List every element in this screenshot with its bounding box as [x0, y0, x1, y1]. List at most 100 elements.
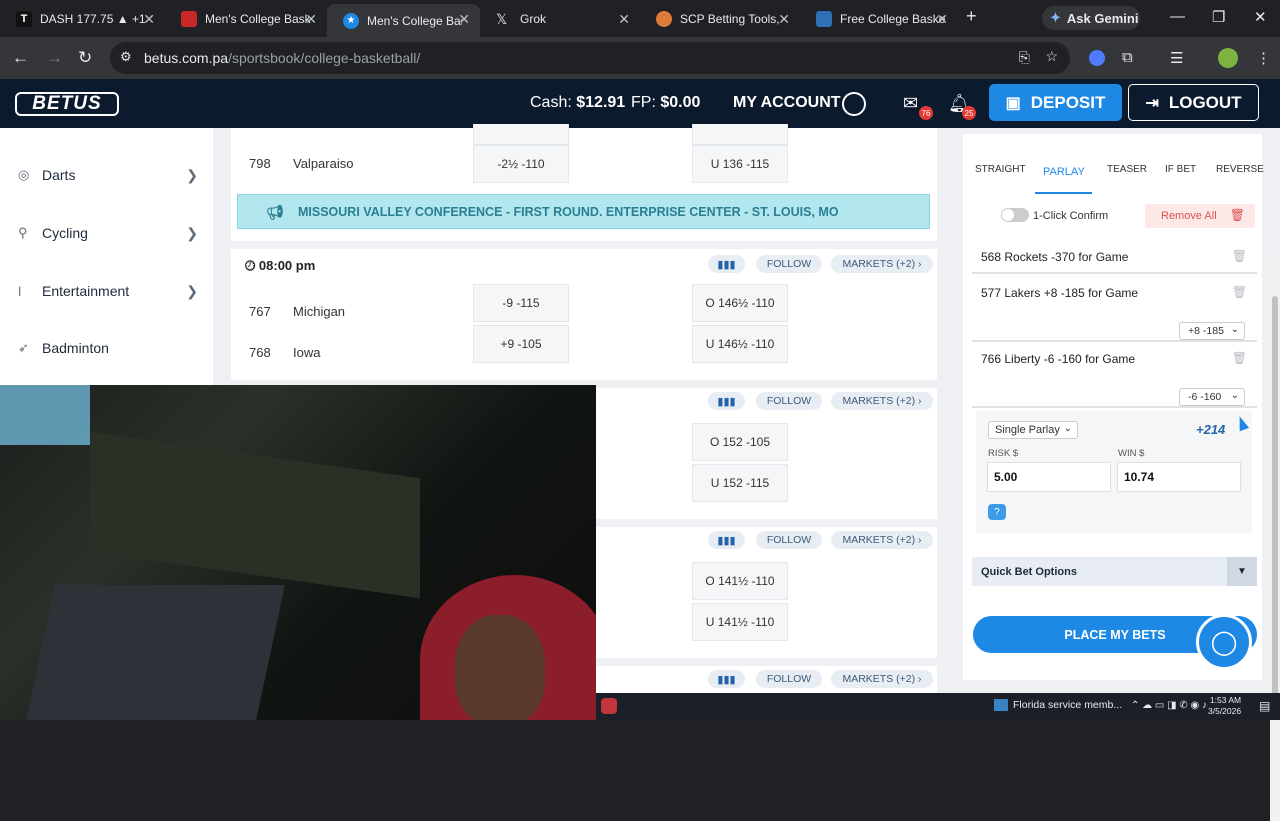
tab-parlay[interactable]: PARLAY [1043, 166, 1085, 178]
close-window-icon[interactable]: ✕ [1254, 8, 1267, 26]
menu-kebab-icon[interactable]: ⋮ [1256, 49, 1271, 67]
quick-bet-options-toggle[interactable]: Quick Bet Options ▼ [972, 557, 1257, 586]
tab-if-bet[interactable]: IF BET [1165, 164, 1196, 175]
close-tab-icon[interactable]: ✕ [778, 11, 790, 28]
logout-button[interactable]: ⇥ LOGOUT [1128, 84, 1259, 121]
markets-button[interactable]: MARKETS (+2) › [831, 531, 933, 549]
chat-support-icon[interactable]: ◯ [1196, 614, 1252, 670]
parlay-wager-box: Single Parlay ⌄ +214 RISK $ WIN $ 5.00 1… [976, 411, 1252, 533]
spread-odds-button[interactable]: -9 -115 [473, 284, 569, 322]
spread-odds-button[interactable] [473, 124, 569, 145]
trash-icon[interactable]: 🗑︎ [1232, 285, 1247, 299]
taskbar-app-icon[interactable] [601, 698, 617, 714]
megaphone-icon: 📢︎ [266, 204, 284, 220]
total-odds-button[interactable] [692, 124, 788, 145]
mail-badge: 76 [919, 106, 933, 120]
reading-list-icon[interactable]: ☰ [1170, 49, 1183, 67]
ask-gemini-button[interactable]: ✦ Ask Gemini [1042, 6, 1140, 30]
system-tray-icons[interactable]: ⌃ ☁ ▭ ◨ ✆ ◉ ♪ [1131, 700, 1207, 711]
profile-avatar[interactable] [1218, 48, 1238, 68]
betus-logo[interactable]: BETUS [15, 92, 119, 116]
taskbar-notification[interactable]: Florida service memb... [994, 699, 1122, 712]
page-scrollbar[interactable] [1270, 256, 1280, 821]
total-odds-button[interactable]: O 152 -105 [692, 423, 788, 461]
tab-straight[interactable]: STRAIGHT [975, 164, 1026, 175]
markets-button[interactable]: MARKETS (+2) › [831, 392, 933, 410]
total-odds-button[interactable]: O 146½ -110 [692, 284, 788, 322]
browser-tab[interactable]: SCP Betting Tools, ✕ [640, 4, 800, 34]
total-odds-button[interactable]: U 136 -115 [692, 145, 788, 183]
markets-button[interactable]: MARKETS (+2) › [831, 670, 933, 688]
stats-icon[interactable]: ▮▮▮ [708, 670, 745, 688]
stats-icon[interactable]: ▮▮▮ [708, 392, 745, 410]
extension-icon[interactable] [1089, 50, 1105, 66]
site-info-icon[interactable]: ⚙ [120, 49, 132, 65]
maximize-icon[interactable]: ❐ [1212, 8, 1225, 26]
chevron-down-icon: ⌄ [1063, 423, 1072, 434]
fp-label: FP: [631, 94, 656, 111]
close-tab-icon[interactable]: ✕ [458, 11, 470, 28]
remove-all-button[interactable]: Remove All 🗑︎ [1145, 204, 1255, 228]
spread-odds-button[interactable]: +9 -105 [473, 325, 569, 363]
browser-tab-active[interactable]: ★ Men's College Bask ✕ [327, 4, 480, 37]
total-odds-button[interactable]: O 141½ -110 [692, 562, 788, 600]
minimize-icon[interactable]: — [1170, 8, 1185, 25]
line-select[interactable]: +8 -185 ⌄ [1179, 322, 1245, 340]
taskbar-clock[interactable]: 1:53 AM 3/5/2026 [1208, 695, 1241, 717]
trash-icon[interactable]: 🗑︎ [1232, 351, 1247, 365]
my-account-link[interactable]: MY ACCOUNT [733, 94, 841, 112]
win-input[interactable]: 10.74 [1117, 462, 1241, 492]
puzzle-icon[interactable]: ⧉ [1122, 49, 1133, 66]
parlay-type-select[interactable]: Single Parlay ⌄ [988, 421, 1078, 439]
follow-button[interactable]: FOLLOW [756, 255, 822, 273]
browser-tab[interactable]: T DASH 177.75 ▲ +1 ✕ [0, 4, 165, 34]
close-tab-icon[interactable]: ✕ [143, 11, 155, 28]
install-icon[interactable]: ⎘ [1019, 49, 1030, 66]
follow-button[interactable]: FOLLOW [756, 392, 822, 410]
sidebar-item-badminton[interactable]: ➶ Badminton [18, 333, 198, 363]
browser-tab[interactable]: 𝕏 Grok ✕ [480, 4, 640, 34]
total-odds-button[interactable]: U 146½ -110 [692, 325, 788, 363]
webcam-light-area [0, 385, 90, 445]
account-avatar-icon[interactable] [842, 92, 866, 116]
help-icon[interactable]: ? [988, 504, 1006, 520]
total-odds-button[interactable]: U 152 -115 [692, 464, 788, 502]
line-select[interactable]: -6 -160 ⌄ [1179, 388, 1245, 406]
spread-odds-button[interactable]: -2½ -110 [473, 145, 569, 183]
sidebar-item-cycling[interactable]: ⚲ Cycling ❯ [18, 218, 198, 248]
bookmark-star-icon[interactable]: ☆ [1045, 48, 1058, 65]
reload-icon[interactable]: ↻ [78, 48, 92, 68]
tab-teaser[interactable]: TEASER [1107, 164, 1147, 175]
sidebar-item-darts[interactable]: ◎ Darts ❯ [18, 160, 198, 190]
follow-button[interactable]: FOLLOW [756, 670, 822, 688]
follow-button[interactable]: FOLLOW [756, 531, 822, 549]
close-tab-icon[interactable]: ✕ [936, 11, 948, 28]
browser-tab[interactable]: Free College Baske ✕ [800, 4, 958, 34]
sidebar-item-label: Darts [42, 167, 76, 183]
tab-reverse[interactable]: REVERSE [1216, 164, 1264, 175]
back-icon[interactable]: ← [12, 48, 29, 68]
cash-value: $12.91 [576, 94, 626, 111]
risk-input[interactable]: 5.00 [987, 462, 1111, 492]
trash-icon[interactable]: 🗑︎ [1232, 249, 1247, 263]
new-tab-icon[interactable]: + [966, 6, 977, 27]
mail-icon[interactable]: ✉ [903, 93, 918, 114]
markets-button[interactable]: MARKETS (+2) › [831, 255, 933, 273]
active-tab-indicator [1035, 192, 1092, 194]
stats-icon[interactable]: ▮▮▮ [708, 531, 745, 549]
total-odds-button[interactable]: U 141½ -110 [692, 603, 788, 641]
scrollbar-thumb[interactable] [1272, 296, 1278, 716]
notification-badge: 25 [962, 106, 976, 120]
notification-center-icon[interactable]: ▤ [1259, 699, 1270, 713]
game-time-label: 08:00 pm [258, 258, 316, 273]
close-tab-icon[interactable]: ✕ [618, 11, 630, 28]
one-click-toggle[interactable] [1001, 208, 1029, 222]
betus-tab-icon: ★ [343, 12, 359, 29]
url-field[interactable]: ⚙ betus.com.pa/sportsbook/college-basket… [110, 42, 1070, 74]
sidebar-item-entertainment[interactable]: ǀ Entertainment ❯ [18, 276, 198, 306]
browser-tab[interactable]: Men's College Bask ✕ [165, 4, 327, 34]
stats-icon[interactable]: ▮▮▮ [708, 255, 745, 273]
deposit-button[interactable]: ▣ DEPOSIT [989, 84, 1122, 121]
close-tab-icon[interactable]: ✕ [305, 11, 317, 28]
forward-icon[interactable]: → [46, 48, 63, 68]
